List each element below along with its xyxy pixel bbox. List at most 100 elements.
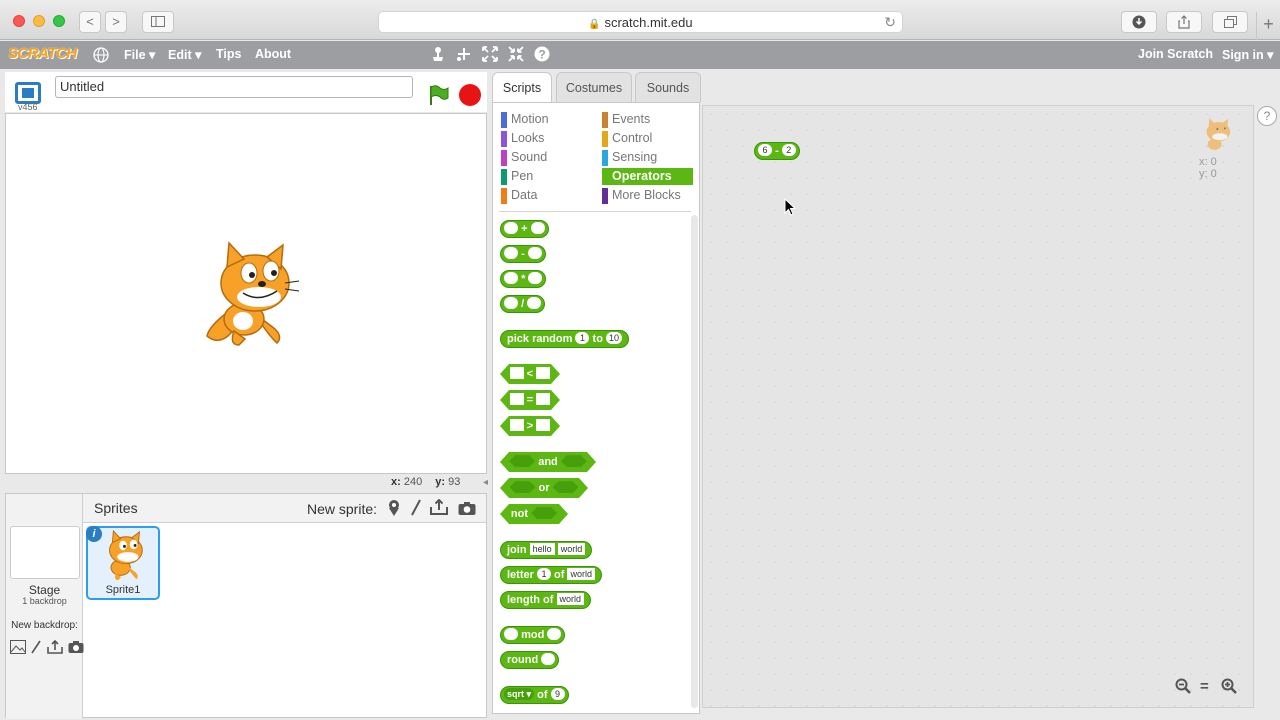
block-round[interactable]: round [500, 651, 560, 669]
block-length-of[interactable]: length of world [500, 591, 592, 609]
stop-button[interactable] [459, 84, 481, 106]
tab-sounds[interactable]: Sounds [635, 72, 701, 102]
category-label: Looks [511, 131, 545, 145]
y-value: 93 [448, 476, 461, 488]
number-slot[interactable]: 2 [781, 144, 796, 157]
op-label: and [538, 456, 558, 468]
number-slot[interactable]: 1 [536, 568, 551, 581]
category-operators[interactable]: Operators [602, 168, 693, 185]
block-or[interactable]: or [500, 478, 588, 498]
minimize-window-button[interactable] [33, 15, 45, 27]
category-sound[interactable]: Sound [501, 149, 591, 166]
join-scratch-link[interactable]: Join Scratch [1138, 47, 1213, 61]
palette-scrollbar[interactable] [691, 215, 698, 708]
back-button[interactable]: < [79, 11, 101, 33]
block-join[interactable]: join hello world [500, 541, 593, 559]
backdrop-library-icon[interactable] [10, 640, 26, 654]
category-data[interactable]: Data [501, 187, 591, 204]
camera-backdrop-icon[interactable] [68, 640, 84, 654]
number-slot[interactable]: 9 [550, 688, 565, 701]
help-tool-icon[interactable]: ? [534, 46, 550, 65]
block-add[interactable]: + [500, 220, 549, 238]
block-mod[interactable]: mod [500, 626, 566, 644]
close-window-button[interactable] [13, 15, 25, 27]
help-icon[interactable]: ? [1257, 106, 1277, 126]
category-looks[interactable]: Looks [501, 130, 591, 147]
tab-costumes[interactable]: Costumes [556, 72, 632, 102]
new-backdrop-label: New backdrop: [11, 620, 78, 631]
sign-in-menu[interactable]: Sign in ▾ [1222, 47, 1273, 62]
block-divide[interactable]: / [500, 295, 546, 313]
category-events[interactable]: Events [602, 111, 693, 128]
function-dropdown[interactable]: sqrt ▾ [504, 688, 535, 701]
number-slot[interactable]: 6 [758, 144, 772, 157]
stage-canvas[interactable] [5, 113, 487, 474]
number-slot[interactable]: 1 [575, 332, 590, 345]
block-equals[interactable]: = [500, 390, 560, 410]
sprite-library-icon[interactable] [386, 499, 402, 517]
category-sensing[interactable]: Sensing [602, 149, 693, 166]
forward-button[interactable]: > [105, 11, 127, 33]
duplicate-tool-icon[interactable] [430, 46, 446, 65]
block-subtract[interactable]: - [500, 245, 546, 263]
zoom-in-icon[interactable] [1221, 678, 1237, 698]
block-greater-than[interactable]: > [500, 416, 560, 436]
upload-backdrop-icon[interactable] [47, 640, 63, 654]
scratch-cat-sprite[interactable] [199, 241, 303, 349]
op-symbol: - [775, 145, 779, 157]
script-block-subtract[interactable]: 6 - 2 [754, 142, 800, 160]
palette-divider [499, 211, 691, 212]
downloads-icon[interactable] [1121, 11, 1157, 33]
maximize-window-button[interactable] [53, 15, 65, 27]
tips-menu[interactable]: Tips [216, 47, 241, 61]
category-motion[interactable]: Motion [501, 111, 591, 128]
presentation-mode-icon[interactable] [15, 82, 41, 104]
sprite-thumbnail-sprite1[interactable]: i Sprite1 [86, 526, 160, 600]
text-slot[interactable]: world [557, 543, 586, 556]
block-and[interactable]: and [500, 452, 596, 472]
edit-menu[interactable]: Edit ▾ [168, 47, 201, 62]
language-globe-icon[interactable] [93, 47, 109, 66]
paint-sprite-icon[interactable] [410, 499, 422, 517]
upload-sprite-icon[interactable] [430, 499, 448, 515]
reload-icon[interactable]: ↻ [884, 12, 896, 33]
cut-tool-icon[interactable] [456, 46, 472, 65]
stage-thumbnail[interactable] [10, 526, 80, 579]
category-control[interactable]: Control [602, 130, 693, 147]
new-tab-button[interactable]: + [1256, 12, 1280, 40]
block-sqrt-of[interactable]: sqrt ▾ of 9 [500, 686, 569, 704]
block-less-than[interactable]: < [500, 364, 560, 384]
paint-backdrop-icon[interactable] [30, 640, 42, 654]
project-title-input[interactable]: Untitled [55, 76, 413, 98]
grow-tool-icon[interactable] [482, 46, 498, 65]
op-symbol: < [526, 368, 534, 380]
shrink-tool-icon[interactable] [508, 46, 524, 65]
mouse-coordinates: x: 240 y: 93 [391, 476, 460, 488]
block-not[interactable]: not [500, 504, 568, 524]
about-menu[interactable]: About [255, 47, 291, 61]
file-menu[interactable]: File ▾ [124, 47, 155, 62]
category-more-blocks[interactable]: More Blocks [602, 187, 693, 204]
collapse-stage-icon[interactable]: ◂ [483, 477, 488, 488]
block-letter-of[interactable]: letter 1 of world [500, 566, 602, 584]
scripts-area[interactable]: 6 - 2 x: 0 y: 0 = [702, 105, 1254, 708]
green-flag-icon[interactable] [427, 84, 449, 106]
text-slot[interactable]: world [556, 593, 585, 606]
zoom-reset-icon[interactable]: = [1200, 678, 1209, 695]
text-slot[interactable]: world [567, 568, 595, 581]
text-slot[interactable]: hello [529, 543, 555, 556]
scratch-logo[interactable]: SCRATCH [8, 45, 77, 62]
category-pen[interactable]: Pen [501, 168, 591, 185]
tabs-overview-icon[interactable] [1212, 11, 1248, 33]
sidebar-toggle-icon[interactable] [142, 11, 174, 33]
zoom-out-icon[interactable] [1175, 678, 1191, 698]
block-pick-random[interactable]: pick random 1 to 10 [500, 330, 629, 348]
block-multiply[interactable]: * [500, 270, 547, 288]
number-slot[interactable]: 10 [605, 332, 622, 345]
address-bar[interactable]: 🔒 scratch.mit.edu ↻ [378, 11, 903, 33]
tab-scripts[interactable]: Scripts [492, 72, 552, 104]
camera-sprite-icon[interactable] [458, 501, 476, 516]
sprites-title: Sprites [94, 500, 138, 516]
share-icon[interactable] [1166, 11, 1202, 33]
new-sprite-label: New sprite: [307, 501, 378, 517]
